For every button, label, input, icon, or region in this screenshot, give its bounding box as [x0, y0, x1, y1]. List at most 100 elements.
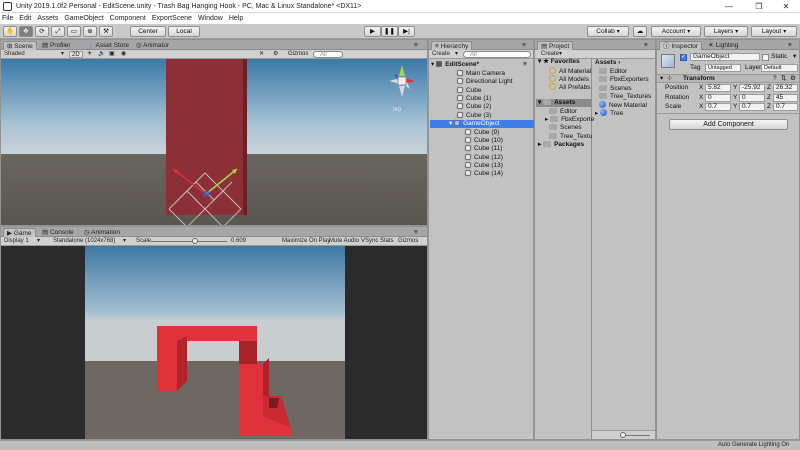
hierarchy-child-item[interactable]: Cube (11) — [464, 144, 502, 153]
help-icon[interactable]: ? — [773, 75, 777, 83]
tab-asset-store[interactable]: 🛒 Asset Store — [83, 41, 132, 50]
rotation-x-field[interactable]: 0 — [705, 94, 731, 102]
favorite-item[interactable]: All Prefabs — [549, 83, 590, 91]
position-z-field[interactable]: 26.32 — [773, 84, 798, 92]
menu-assets[interactable]: Assets — [37, 15, 58, 22]
add-component-button[interactable]: Add Component — [669, 119, 788, 130]
play-button[interactable]: ▶ — [364, 26, 381, 37]
asset-folder[interactable]: Editor — [549, 108, 577, 116]
icon-size-slider-thumb[interactable] — [620, 432, 626, 438]
maximize-button[interactable]: ❐ — [745, 0, 773, 13]
hierarchy-item[interactable]: Cube — [456, 86, 482, 95]
hierarchy-create-dropdown[interactable]: Create — [432, 51, 450, 58]
audio-toggle-icon[interactable]: 🔊 — [98, 51, 105, 58]
rotation-y-field[interactable]: 0 — [739, 94, 765, 102]
tab-profiler[interactable]: ▤ Profiler — [39, 41, 74, 50]
menu-gameobject[interactable]: GameObject — [64, 15, 103, 22]
asset-folder[interactable]: Tree_Textu — [549, 133, 592, 141]
scale-x-field[interactable]: 0.7 — [705, 103, 731, 111]
object-name-field[interactable]: GameObject — [690, 53, 760, 61]
stats-toggle[interactable]: Stats — [380, 238, 394, 245]
hierarchy-item-selected[interactable]: ▾ GameObject — [430, 119, 534, 128]
transform-tool-icon[interactable]: ⊕ — [83, 26, 97, 37]
rect-tool-icon[interactable]: ▭ — [67, 26, 81, 37]
static-chevron-icon[interactable]: ▾ — [793, 53, 796, 61]
hierarchy-child-item[interactable]: Cube (14) — [464, 169, 503, 178]
transform-header[interactable]: ▾ ⊹ Transform ? ⇅ ⚙ — [657, 74, 799, 83]
hierarchy-child-item[interactable]: Cube (13) — [464, 161, 503, 170]
tab-game[interactable]: ▶ Game — [3, 228, 36, 237]
mute-audio-toggle[interactable]: Mute Audio — [329, 238, 359, 245]
tab-scene[interactable]: ⊞ Scene — [3, 41, 37, 50]
favorite-item[interactable]: All Material — [549, 67, 591, 75]
menu-component[interactable]: Component — [110, 15, 146, 22]
vsync-toggle[interactable]: VSync — [361, 238, 378, 245]
display-dropdown[interactable]: Display 1 — [4, 238, 29, 245]
scene-search-input[interactable]: All — [313, 51, 343, 58]
transform-foldout-icon[interactable]: ▾ — [660, 75, 663, 83]
hidden-objects-icon[interactable]: ◉ — [121, 51, 126, 58]
menu-file[interactable]: File — [2, 15, 13, 22]
menu-edit[interactable]: Edit — [19, 15, 31, 22]
active-checkbox[interactable]: ✓ — [680, 54, 687, 61]
scale-slider-thumb[interactable] — [192, 238, 199, 244]
collab-button[interactable]: Collab — [587, 26, 629, 37]
hierarchy-item[interactable]: Cube (2) — [456, 102, 491, 111]
pause-button[interactable]: ❚❚ — [381, 26, 398, 37]
project-menu-icon[interactable]: ≡ — [641, 41, 651, 50]
scale-y-field[interactable]: 0.7 — [739, 103, 765, 111]
hierarchy-item[interactable]: Directional Light — [456, 77, 513, 86]
hierarchy-item[interactable]: Cube (1) — [456, 94, 491, 103]
tab-animation[interactable]: ◷ Animation — [81, 228, 123, 237]
game-panel-menu-icon[interactable]: ≡ — [411, 228, 421, 237]
position-y-field[interactable]: -25.92 — [739, 84, 765, 92]
hand-tool-icon[interactable]: ✋ — [3, 26, 17, 37]
asset-item[interactable]: Scenes — [599, 85, 632, 93]
asset-item[interactable]: Tree_Textures — [599, 93, 651, 101]
pivot-center-button[interactable]: Center — [130, 26, 166, 37]
hierarchy-item[interactable]: Cube (3) — [456, 111, 491, 120]
hierarchy-child-item[interactable]: Cube (12) — [464, 153, 503, 162]
hierarchy-menu-icon[interactable]: ≡ — [519, 41, 529, 50]
layout-dropdown[interactable]: Layout — [751, 26, 797, 37]
shading-dropdown[interactable]: Shaded — [4, 51, 25, 58]
move-tool-icon[interactable]: ✥ — [19, 26, 33, 37]
rotate-tool-icon[interactable]: ⟳ — [35, 26, 49, 37]
tab-lighting[interactable]: ☀ Lighting — [705, 41, 741, 50]
panel-menu-icon[interactable]: ≡ — [411, 41, 421, 50]
scene-root-row[interactable]: ▾ EditScene* ≡ — [431, 61, 527, 69]
inspector-menu-icon[interactable]: ≡ — [785, 41, 795, 50]
tab-inspector[interactable]: ⓘ Inspector — [659, 41, 703, 50]
scene-viewport[interactable]: Iso — [1, 59, 427, 225]
menu-help[interactable]: Help — [229, 15, 243, 22]
tab-hierarchy[interactable]: ≡ Hierarchy — [431, 41, 473, 50]
static-checkbox[interactable] — [762, 54, 769, 61]
component-menu-icon[interactable]: ⚙ — [790, 75, 796, 83]
scene-camera-icon[interactable]: ✕ — [259, 51, 264, 58]
layers-dropdown[interactable]: Layers — [704, 26, 748, 37]
hierarchy-item[interactable]: Main Camera — [456, 69, 505, 78]
menu-exportscene[interactable]: ExportScene — [152, 15, 192, 22]
scale-slider-track[interactable] — [151, 241, 227, 242]
mode-2d-toggle[interactable]: 2D — [69, 51, 83, 58]
asset-folder[interactable]: Scenes — [549, 124, 582, 132]
asset-item[interactable]: FbxExporters — [599, 76, 649, 84]
asset-folder[interactable]: ▸ FbxExporte — [545, 116, 594, 124]
position-x-field[interactable]: 5.82 — [705, 84, 731, 92]
step-button[interactable]: ▶| — [398, 26, 415, 37]
custom-tool-icon[interactable]: ⚒ — [99, 26, 113, 37]
lighting-toggle-icon[interactable]: ☀ — [87, 51, 92, 58]
scene-menu-icon[interactable]: ≡ — [523, 61, 527, 69]
game-gizmos-toggle[interactable]: Gizmos — [398, 238, 418, 245]
scene-tools-icon[interactable]: ⚙ — [273, 51, 278, 58]
account-dropdown[interactable]: Account — [651, 26, 701, 37]
assets-breadcrumb[interactable]: Assets › — [595, 59, 620, 67]
asset-item[interactable]: Editor — [599, 68, 627, 76]
favorites-header[interactable]: ▾ ★ Favorites — [538, 58, 580, 66]
hierarchy-child-item[interactable]: Cube (9) — [464, 128, 499, 137]
minimize-button[interactable]: — — [715, 0, 743, 13]
tag-dropdown[interactable]: Untagged — [705, 64, 741, 72]
asset-item[interactable]: New Material — [599, 101, 647, 109]
presets-icon[interactable]: ⇅ — [781, 75, 786, 83]
favorite-item[interactable]: All Models — [549, 75, 589, 83]
